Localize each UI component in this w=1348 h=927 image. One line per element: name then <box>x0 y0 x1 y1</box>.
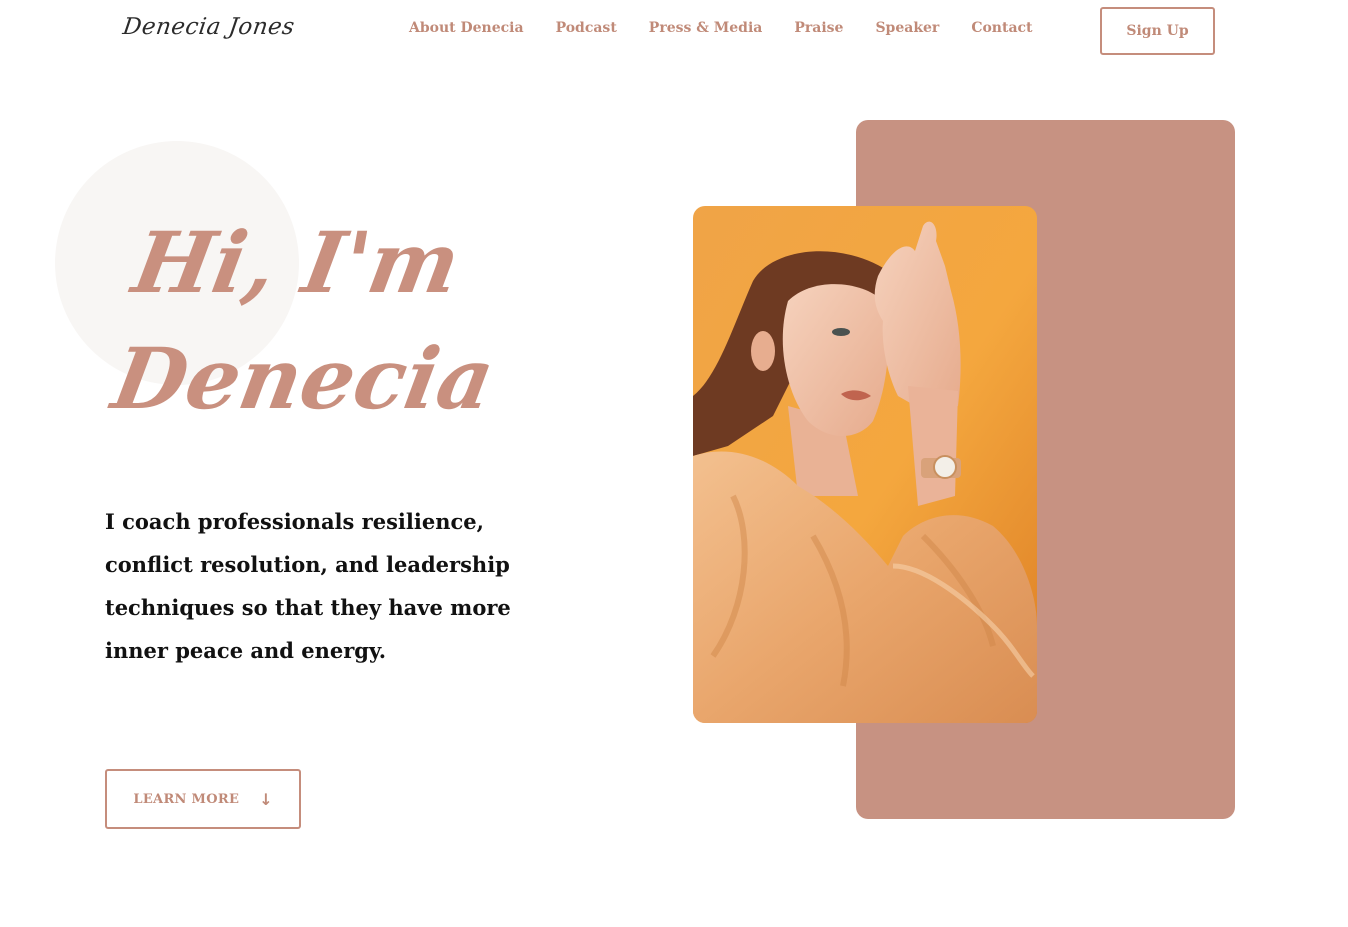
nav-item-press-media[interactable]: Press & Media <box>649 20 763 36</box>
learn-more-label: LEARN MORE <box>133 791 240 807</box>
nav-item-about[interactable]: About Denecia <box>409 20 524 36</box>
hero-heading-line-2: Denecia <box>105 329 502 428</box>
nav-item-praise[interactable]: Praise <box>794 20 843 36</box>
site-logo[interactable]: Denecia Jones <box>121 14 296 40</box>
nav-item-contact[interactable]: Contact <box>971 20 1032 36</box>
learn-more-button[interactable]: LEARN MORE ↓ <box>105 769 301 829</box>
sign-up-button[interactable]: Sign Up <box>1100 7 1215 55</box>
portrait-photo <box>693 206 1037 723</box>
main-nav: About Denecia Podcast Press & Media Prai… <box>409 20 1033 36</box>
hero-tagline: I coach professionals resilience, confli… <box>105 509 511 663</box>
nav-item-speaker[interactable]: Speaker <box>875 20 939 36</box>
hero-heading-line-1: Hi, I'm <box>126 213 468 312</box>
nav-item-podcast[interactable]: Podcast <box>556 20 617 36</box>
arrow-down-icon: ↓ <box>259 789 273 809</box>
hero-heading: Hi, I'm Denecia <box>104 205 523 437</box>
